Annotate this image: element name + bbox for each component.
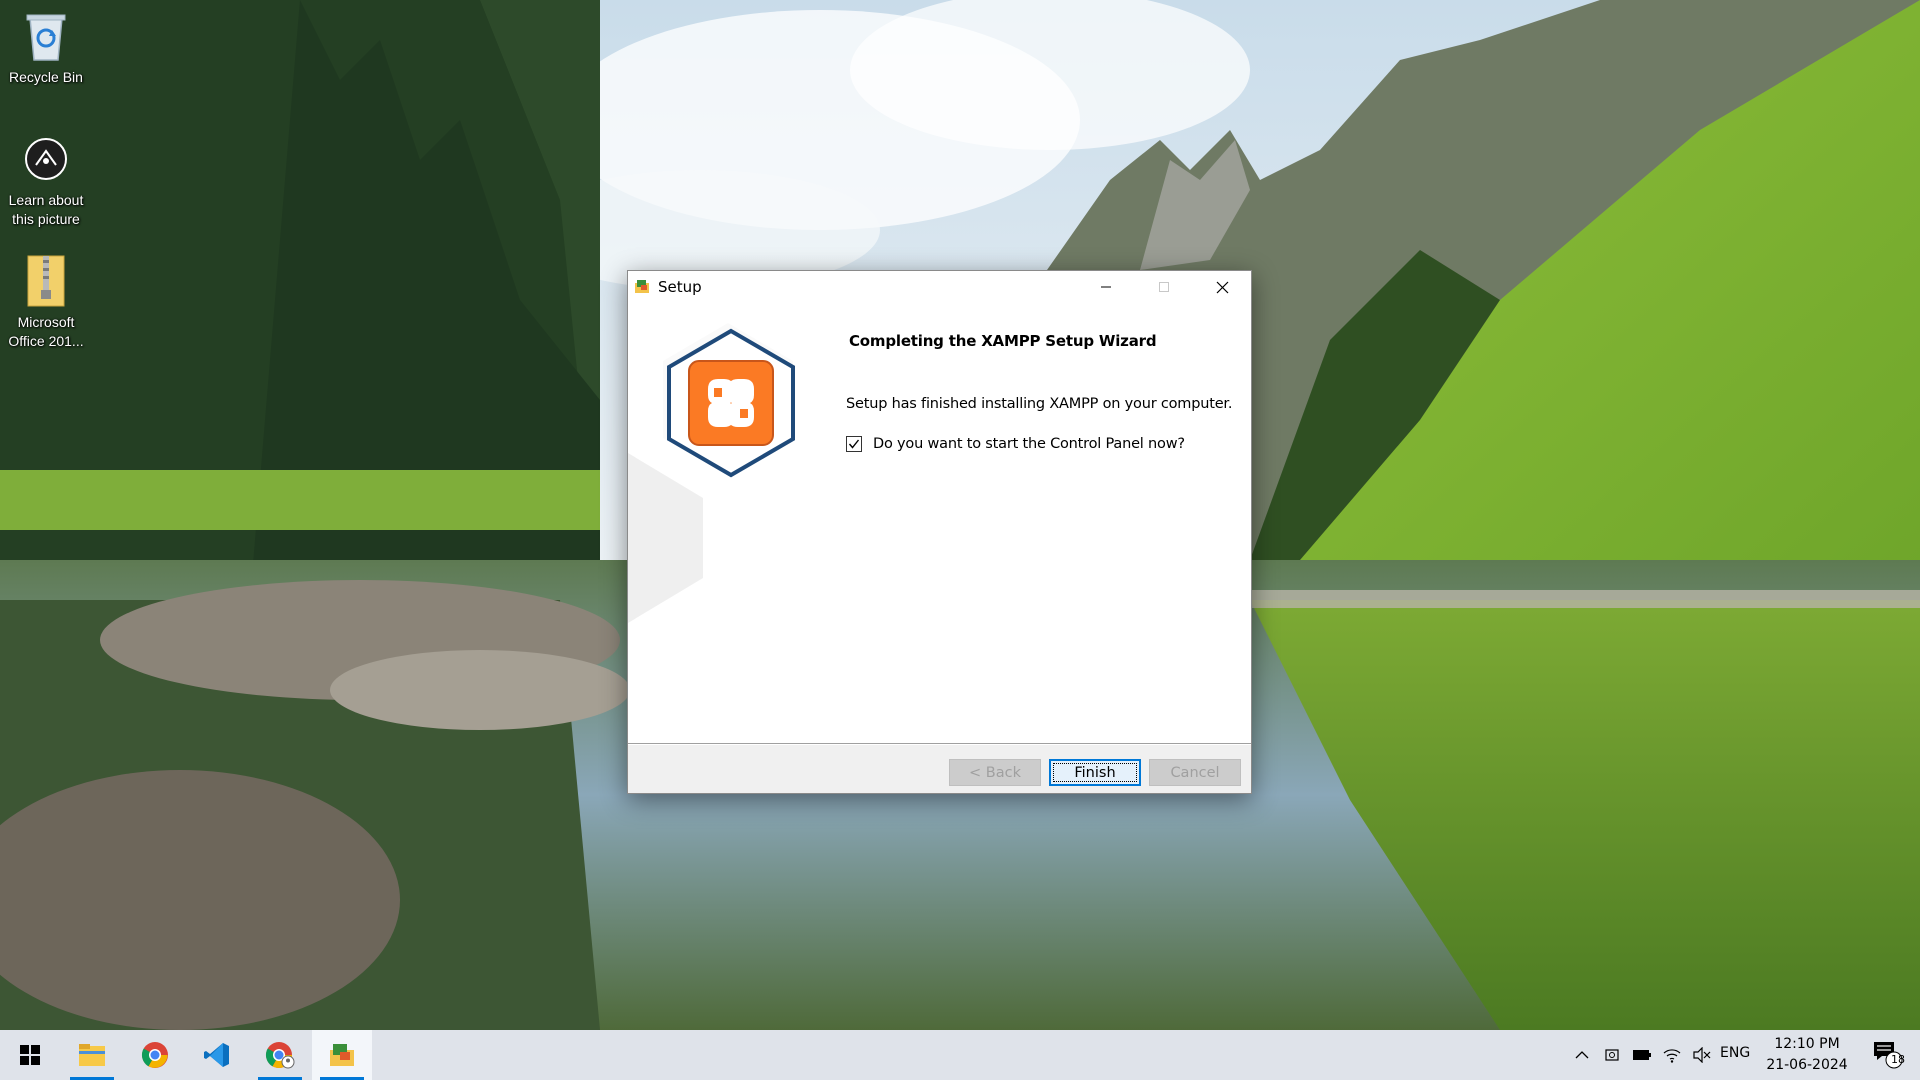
setup-app-icon: [635, 280, 649, 293]
title-bar[interactable]: Setup: [628, 271, 1251, 303]
desktop-icon-learn-about-picture[interactable]: Learn about this picture: [0, 131, 92, 229]
wizard-side-panel: [628, 303, 831, 743]
show-hidden-icons-button[interactable]: [1568, 1030, 1596, 1080]
back-button[interactable]: < Back: [949, 759, 1041, 786]
taskbar-chrome-profile[interactable]: [250, 1030, 310, 1080]
maximize-icon: [1159, 282, 1169, 292]
start-control-panel-option[interactable]: Do you want to start the Control Panel n…: [846, 436, 1185, 452]
start-icon: [20, 1045, 40, 1065]
minimize-button[interactable]: [1077, 271, 1135, 303]
language-indicator[interactable]: ENG: [1720, 1045, 1750, 1061]
taskbar: ENG 12:10 PM 21-06-2024 18: [0, 1030, 1920, 1080]
volume-muted-icon: [1693, 1047, 1711, 1063]
recycle-bin-icon: [18, 8, 74, 64]
tray-volume[interactable]: [1688, 1030, 1716, 1080]
taskbar-vscode[interactable]: [187, 1030, 247, 1080]
desktop-icon-label: Learn about this picture: [8, 192, 84, 227]
vscode-icon: [204, 1043, 229, 1067]
close-button[interactable]: [1193, 271, 1251, 303]
wizard-message: Setup has finished installing XAMPP on y…: [846, 396, 1233, 412]
zip-folder-icon: [18, 253, 74, 309]
close-icon: [1216, 281, 1228, 293]
battery-icon: [1633, 1050, 1651, 1060]
maximize-button[interactable]: [1135, 271, 1193, 303]
notification-count-badge: 18: [1891, 1053, 1905, 1066]
chrome-icon: [141, 1042, 168, 1068]
clock-date: 21-06-2024: [1766, 1057, 1848, 1073]
tray-battery[interactable]: [1628, 1030, 1656, 1080]
action-center-button[interactable]: 18: [1866, 1030, 1910, 1080]
finish-button-label: Finish: [1053, 763, 1137, 782]
wizard-heading: Completing the XAMPP Setup Wizard: [849, 332, 1157, 350]
finish-button[interactable]: Finish: [1049, 759, 1141, 786]
start-control-panel-checkbox[interactable]: [846, 436, 862, 452]
tray-network[interactable]: [1658, 1030, 1686, 1080]
file-explorer-icon: [79, 1044, 105, 1066]
wizard-content: Completing the XAMPP Setup Wizard Setup …: [843, 303, 1243, 743]
desktop-icon-microsoft-office[interactable]: Microsoft Office 201...: [0, 253, 92, 351]
start-button[interactable]: [0, 1030, 60, 1080]
window-title: Setup: [658, 278, 702, 296]
clock[interactable]: 12:10 PM 21-06-2024: [1762, 1034, 1852, 1076]
xampp-setup-icon: [330, 1044, 354, 1066]
taskbar-xampp-setup[interactable]: [312, 1030, 372, 1080]
clock-time: 12:10 PM: [1774, 1036, 1840, 1052]
desktop-icon-recycle-bin[interactable]: Recycle Bin: [0, 8, 92, 87]
tray-meet-now[interactable]: [1598, 1030, 1626, 1080]
cancel-button[interactable]: Cancel: [1149, 759, 1241, 786]
chrome-profile-icon: [265, 1042, 295, 1069]
taskbar-chrome[interactable]: [125, 1030, 185, 1080]
wifi-icon: [1663, 1049, 1681, 1063]
checkmark-icon: [848, 439, 860, 449]
meet-now-icon: [1605, 1049, 1619, 1061]
setup-window[interactable]: Setup Completing the XAMPP Setup Wizard …: [627, 270, 1252, 794]
desktop-icon-label: Recycle Bin: [9, 69, 83, 85]
learn-about-picture-icon: [18, 131, 74, 187]
desktop-icon-label: Microsoft Office 201...: [8, 314, 84, 349]
chevron-up-icon: [1575, 1051, 1589, 1059]
checkbox-label: Do you want to start the Control Panel n…: [873, 436, 1185, 452]
taskbar-file-explorer[interactable]: [62, 1030, 122, 1080]
wizard-footer: < Back Finish Cancel: [628, 745, 1251, 793]
xampp-logo: [628, 323, 795, 623]
minimize-icon: [1101, 286, 1111, 288]
